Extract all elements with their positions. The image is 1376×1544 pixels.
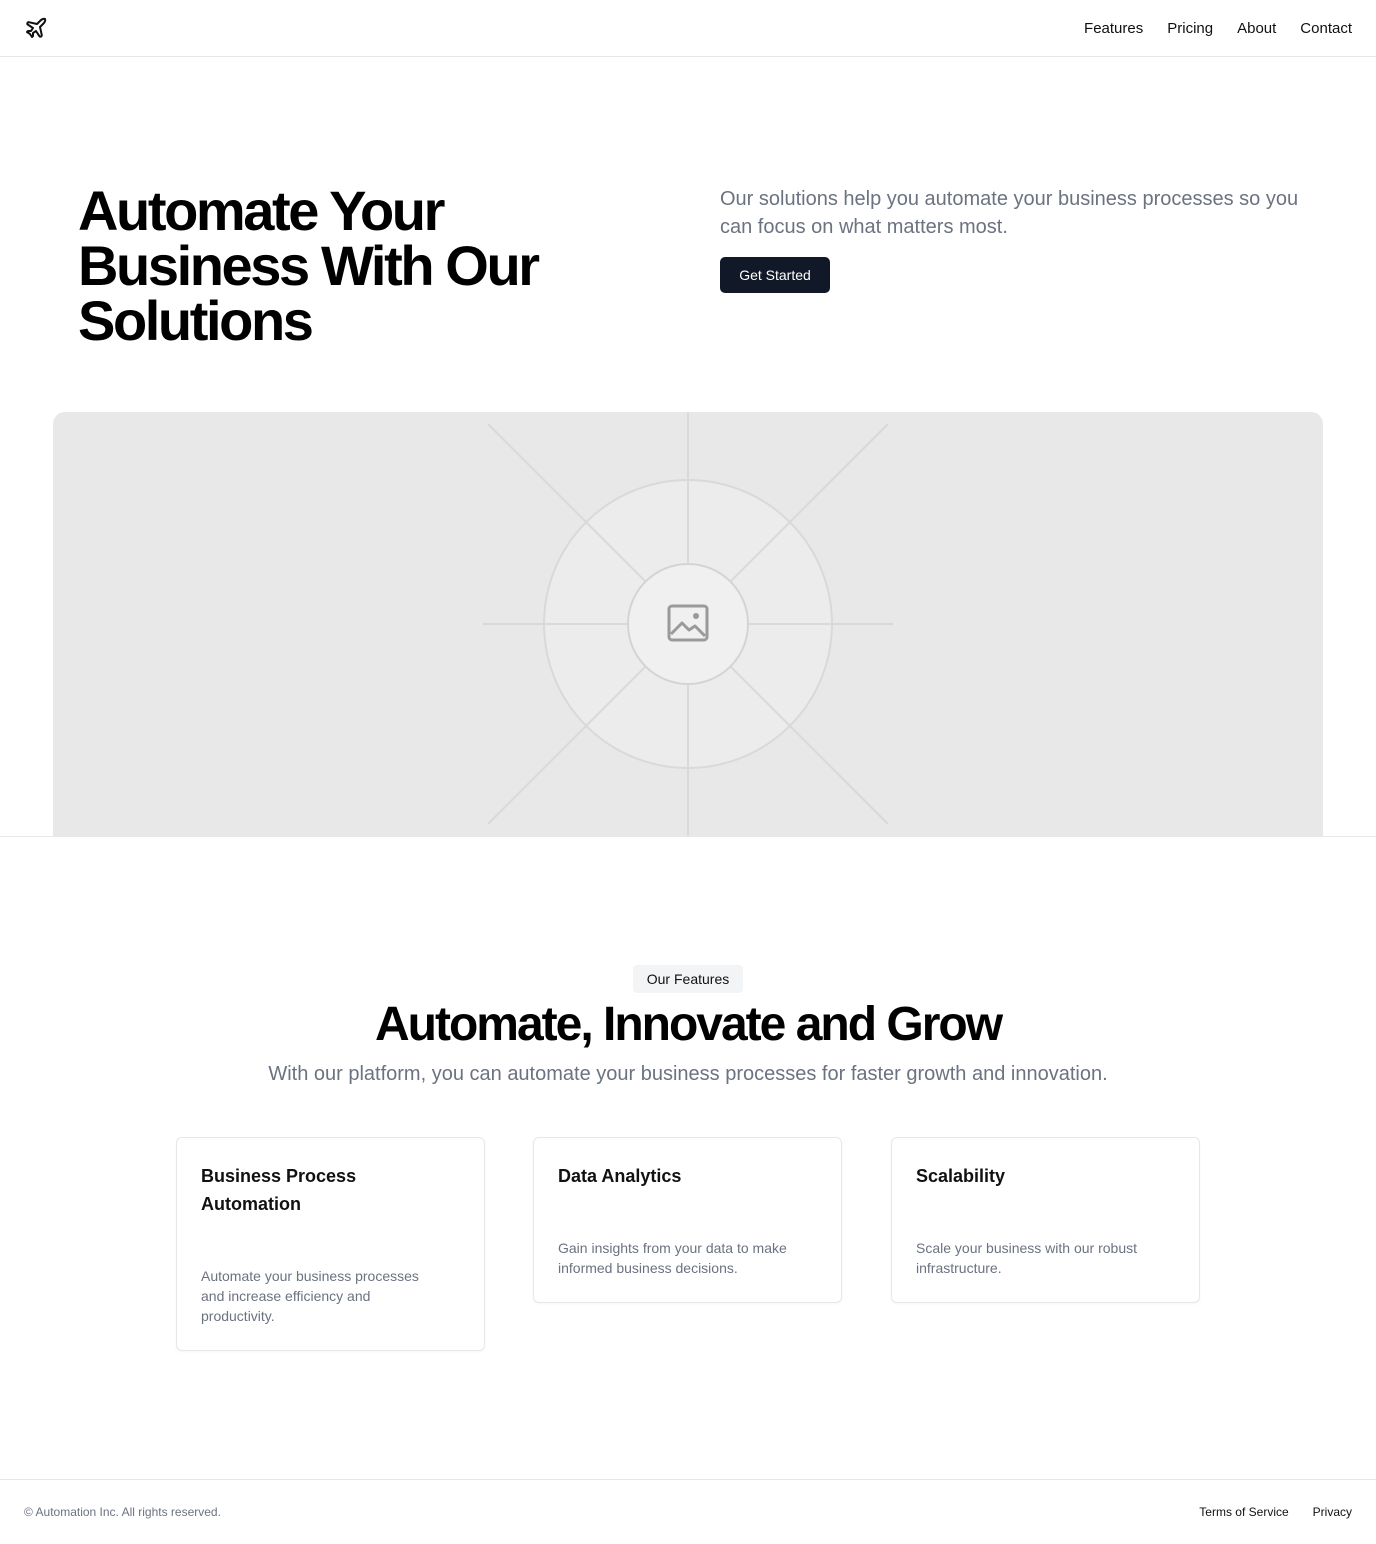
nav-contact[interactable]: Contact bbox=[1300, 20, 1352, 37]
card-description: Automate your business processes and inc… bbox=[201, 1268, 419, 1324]
card-title: Data Analytics bbox=[558, 1166, 682, 1186]
feature-card-scalability: Scalability Scale your business with our… bbox=[891, 1137, 1200, 1303]
nav-features[interactable]: Features bbox=[1084, 20, 1143, 37]
site-header: Features Pricing About Contact bbox=[0, 0, 1376, 57]
image-placeholder-icon bbox=[667, 604, 709, 642]
get-started-button[interactable]: Get Started bbox=[720, 257, 830, 293]
landing-page: Features Pricing About Contact Automate … bbox=[0, 0, 1376, 1544]
terms-link[interactable]: Terms of Service bbox=[1199, 1504, 1288, 1520]
features-title: Automate, Innovate and Grow bbox=[374, 998, 1003, 1051]
hero-image-placeholder bbox=[53, 412, 1323, 836]
feature-card-analytics: Data Analytics Gain insights from your d… bbox=[533, 1137, 842, 1303]
card-title: Business Process Automation bbox=[201, 1166, 357, 1214]
privacy-link[interactable]: Privacy bbox=[1313, 1504, 1352, 1520]
plane-icon[interactable] bbox=[24, 16, 48, 40]
features-badge: Our Features bbox=[633, 965, 743, 993]
feature-card-automation: Business Process Automation Automate you… bbox=[176, 1137, 485, 1351]
section-divider bbox=[0, 836, 1376, 837]
card-description: Scale your business with our robust infr… bbox=[916, 1240, 1137, 1276]
card-description: Gain insights from your data to make inf… bbox=[558, 1240, 787, 1276]
copyright-text: © Automation Inc. All rights reserved. bbox=[24, 1505, 221, 1519]
nav-about[interactable]: About bbox=[1237, 20, 1276, 37]
card-title: Scalability bbox=[916, 1166, 1006, 1186]
site-footer: © Automation Inc. All rights reserved. T… bbox=[0, 1479, 1376, 1544]
hero-title: Automate Your Business With Our Solution… bbox=[78, 179, 540, 352]
hero-description: Our solutions help you automate your bus… bbox=[720, 188, 1299, 238]
nav-pricing[interactable]: Pricing bbox=[1167, 20, 1213, 37]
main-nav: Features Pricing About Contact bbox=[1084, 0, 1352, 56]
features-subtitle: With our platform, you can automate your… bbox=[268, 1063, 1108, 1085]
footer-nav: Terms of Service Privacy bbox=[1199, 1504, 1352, 1520]
